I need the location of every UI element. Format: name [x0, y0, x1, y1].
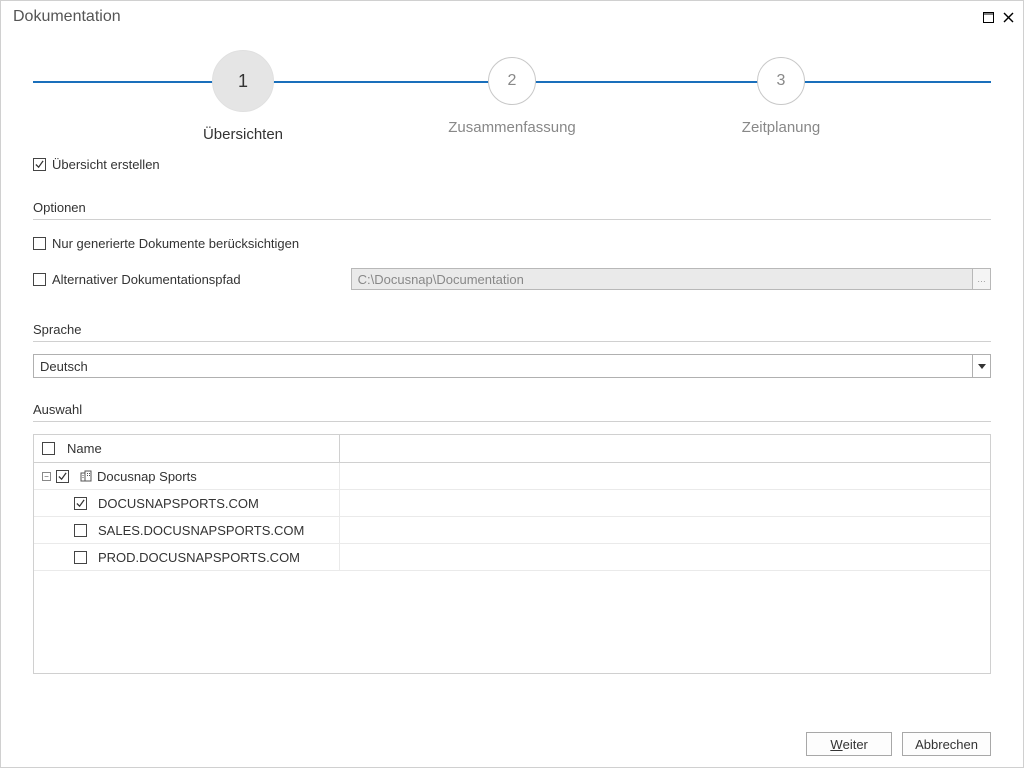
alt-path-row: Alternativer Dokumentationspfad C:\Docus… — [33, 268, 991, 290]
footer: Weiter Abbrechen — [1, 721, 1023, 767]
tree-header-name: Name — [34, 435, 340, 462]
titlebar: Dokumentation — [1, 1, 1023, 33]
alt-path-browse-button[interactable]: … — [973, 268, 991, 290]
step-label-1: Übersichten — [203, 126, 283, 143]
step-label-2: Zusammenfassung — [448, 119, 576, 136]
selection-tree: Name − Docusnap Sports — [33, 434, 991, 674]
only-generated-checkbox[interactable] — [33, 237, 46, 250]
alt-path-checkbox[interactable] — [33, 273, 46, 286]
step-label-3: Zeitplanung — [742, 119, 820, 136]
next-underline: W — [830, 737, 842, 752]
tree-root-label: Docusnap Sports — [97, 469, 197, 484]
create-overview-row: Übersicht erstellen — [33, 157, 991, 172]
language-header: Sprache — [33, 322, 991, 342]
step-schedule[interactable]: 3 Zeitplanung — [681, 57, 881, 143]
tree-item-label: DOCUSNAPSPORTS.COM — [98, 496, 259, 511]
chevron-down-icon — [972, 355, 990, 377]
window-title: Dokumentation — [9, 8, 981, 26]
step-summary[interactable]: 2 Zusammenfassung — [412, 57, 612, 143]
tree-item-label: PROD.DOCUSNAPSPORTS.COM — [98, 550, 300, 565]
step-overview[interactable]: 1 Übersichten — [143, 57, 343, 143]
only-generated-label: Nur generierte Dokumente berücksichtigen — [52, 236, 299, 251]
tree-body: − Docusnap Sports — [34, 463, 990, 673]
content-area: 1 Übersichten 2 Zusammenfassung 3 Zeitpl… — [1, 33, 1023, 721]
window-controls — [981, 10, 1015, 24]
only-generated-row: Nur generierte Dokumente berücksichtigen — [33, 232, 991, 254]
next-rest: eiter — [843, 737, 868, 752]
tree-header-row: Name — [34, 435, 990, 463]
selection-header: Auswahl — [33, 402, 991, 422]
options-header: Optionen — [33, 200, 991, 220]
maximize-button[interactable] — [981, 10, 995, 24]
tree-root-checkbox[interactable] — [56, 470, 69, 483]
wizard-steps: 1 Übersichten 2 Zusammenfassung 3 Zeitpl… — [33, 57, 991, 127]
alt-path-label: Alternativer Dokumentationspfad — [52, 272, 241, 287]
tree-header-rest — [340, 435, 990, 462]
cancel-button[interactable]: Abbrechen — [902, 732, 991, 756]
alt-path-input[interactable]: C:\Docusnap\Documentation — [351, 268, 973, 290]
tree-expander[interactable]: − — [42, 472, 51, 481]
language-selected-value: Deutsch — [34, 359, 972, 374]
step-circle-3: 3 — [757, 57, 805, 105]
step-circle-1: 1 — [212, 50, 274, 112]
tree-item-checkbox[interactable] — [74, 524, 87, 537]
tree-item-checkbox[interactable] — [74, 551, 87, 564]
select-all-checkbox[interactable] — [42, 442, 55, 455]
tree-row-item[interactable]: PROD.DOCUSNAPSPORTS.COM — [34, 544, 990, 571]
tree-row-root[interactable]: − Docusnap Sports — [34, 463, 990, 490]
create-overview-checkbox[interactable] — [33, 158, 46, 171]
tree-row-item[interactable]: DOCUSNAPSPORTS.COM — [34, 490, 990, 517]
create-overview-label: Übersicht erstellen — [52, 157, 160, 172]
step-circle-2: 2 — [488, 57, 536, 105]
tree-item-label: SALES.DOCUSNAPSPORTS.COM — [98, 523, 304, 538]
documentation-wizard-window: Dokumentation 1 Übersichten 2 Zusammenfa… — [0, 0, 1024, 768]
company-icon — [80, 470, 92, 482]
next-button[interactable]: Weiter — [806, 732, 892, 756]
tree-item-checkbox[interactable] — [74, 497, 87, 510]
tree-row-item[interactable]: SALES.DOCUSNAPSPORTS.COM — [34, 517, 990, 544]
language-select[interactable]: Deutsch — [33, 354, 991, 378]
tree-header-label: Name — [67, 441, 102, 456]
close-button[interactable] — [1001, 10, 1015, 24]
